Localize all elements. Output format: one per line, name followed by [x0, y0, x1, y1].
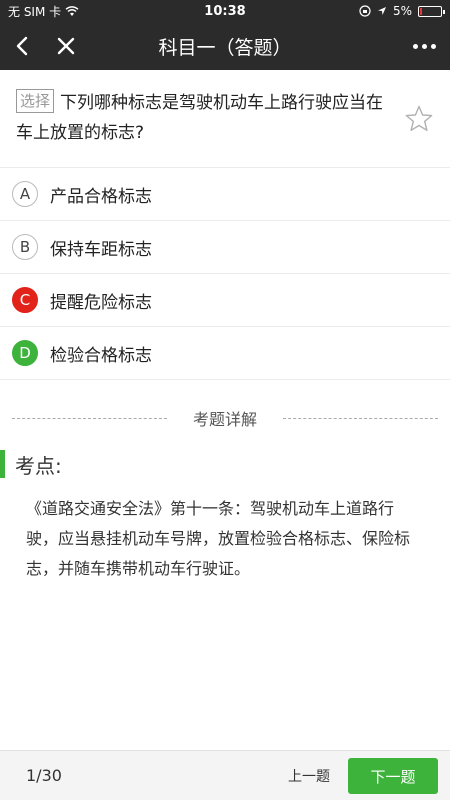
battery-percent: 5%	[392, 4, 412, 18]
option-text: 提醒危险标志	[50, 292, 152, 313]
footer-bar: 1/30 上一题 下一题	[0, 750, 450, 800]
option-letter-wrong: C	[12, 287, 38, 313]
option-b[interactable]: B 保持车距标志	[0, 221, 450, 274]
option-text: 保持车距标志	[50, 239, 152, 260]
option-text: 检验合格标志	[50, 345, 152, 366]
question-text-wrap: 选择 下列哪种标志是驾驶机动车上路行驶应当在车上放置的标志?	[16, 88, 390, 148]
dashed-line	[12, 417, 167, 419]
option-letter: B	[12, 234, 38, 260]
dashed-line	[283, 417, 439, 419]
option-letter: A	[12, 181, 38, 207]
option-a[interactable]: A 产品合格标志	[0, 168, 450, 221]
nav-bar: 科目一（答题）	[0, 22, 450, 70]
prev-question-button[interactable]: 上一题	[280, 761, 338, 791]
back-button[interactable]	[0, 22, 44, 70]
question-type-tag: 选择	[16, 89, 55, 113]
key-point-accent-bar	[0, 450, 5, 478]
chevron-left-icon	[16, 36, 28, 56]
more-dot-icon	[413, 43, 418, 49]
option-letter-correct: D	[12, 340, 38, 366]
close-button[interactable]	[44, 22, 88, 70]
explanation-body: 《道路交通安全法》第十一条：驾驶机动车上道路行驶，应当悬挂机动车号牌，放置检验合…	[26, 499, 411, 578]
location-icon	[377, 7, 386, 15]
question-block: 选择 下列哪种标志是驾驶机动车上路行驶应当在车上放置的标志?	[0, 70, 450, 168]
status-right: 5%	[359, 4, 445, 18]
close-icon	[57, 37, 75, 55]
status-bar: 无 SIM 卡 10:38 5%	[0, 0, 450, 22]
question-text: 下列哪种标志是驾驶机动车上路行驶应当在车上放置的标志?	[16, 93, 384, 143]
key-point-title: 考点:	[15, 453, 62, 478]
rotation-lock-icon	[359, 5, 371, 17]
more-dot-icon	[431, 43, 436, 49]
favorite-star-icon[interactable]	[404, 104, 434, 134]
option-c[interactable]: C 提醒危险标志	[0, 274, 450, 327]
page-counter: 1/30	[26, 766, 62, 785]
key-point-header: 考点:	[0, 450, 62, 478]
option-text: 产品合格标志	[50, 186, 152, 207]
more-button[interactable]	[413, 22, 436, 70]
battery-icon	[418, 5, 445, 17]
option-d[interactable]: D 检验合格标志	[0, 327, 450, 380]
next-question-button[interactable]: 下一题	[348, 758, 438, 794]
explanation-divider: 考题详解	[12, 406, 439, 430]
explanation-section-title: 考题详解	[193, 410, 258, 429]
more-dot-icon	[422, 43, 427, 49]
